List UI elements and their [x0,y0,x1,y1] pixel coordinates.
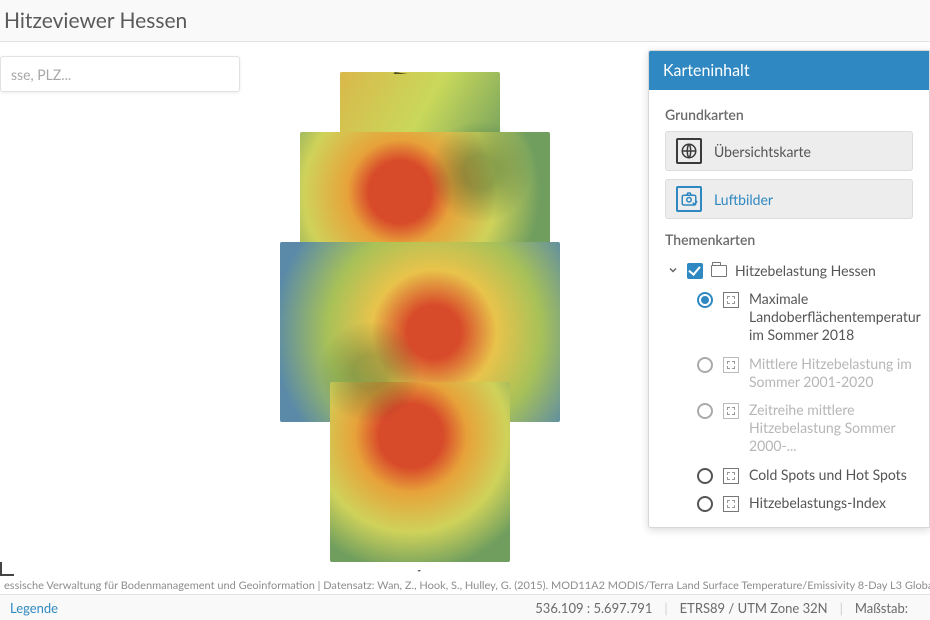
raster-layer-icon [723,292,739,308]
crs-readout: ETRS89 / UTM Zone 32N [668,600,840,616]
layer-item-timeseries[interactable]: Zeitreihe mittlere Hitzebelastung Sommer… [663,396,923,461]
title-bar: Hitzeviewer Hessen [0,0,930,42]
layer-item-mean-heat[interactable]: Mittlere Hitzebelastung im Sommer 2001-2… [663,350,923,396]
basemap-label: Luftbilder [714,191,773,208]
raster-layer-icon [723,357,739,373]
heatmap-layer [270,72,590,572]
globe-icon [676,138,702,164]
corner-mark-icon [0,554,14,576]
basemap-aerial[interactable]: Luftbilder [665,179,913,219]
radio-icon[interactable] [697,403,713,419]
radio-icon[interactable] [697,496,713,512]
panel-title: Karteninhalt [649,51,929,90]
camera-check-icon [676,186,702,212]
layer-group-heat[interactable]: Hitzebelastung Hessen [663,256,923,285]
checkbox-checked-icon[interactable] [687,263,703,279]
layer-tree: Hitzebelastung Hessen Maximale Landoberf… [649,256,929,517]
radio-icon[interactable] [697,468,713,484]
app-title: Hitzeviewer Hessen [4,8,187,33]
basemaps-heading: Grundkarten [649,102,929,131]
legend-button[interactable]: Legende [10,600,58,616]
layer-label: Cold Spots und Hot Spots [749,466,907,484]
radio-icon[interactable] [697,357,713,373]
themes-heading: Themenkarten [649,227,929,256]
basemap-overview[interactable]: Übersichtskarte [665,131,913,171]
scale-label: Maßstab: [843,600,920,616]
layer-item-max-temp[interactable]: Maximale Landoberflächentemperatur im So… [663,285,923,350]
map-attribution: essische Verwaltung für Bodenmanagement … [0,577,930,594]
map-area[interactable]: essische Verwaltung für Bodenmanagement … [0,42,930,594]
layer-label: Maximale Landoberflächentemperatur im So… [749,290,920,345]
search-input[interactable] [11,66,229,83]
raster-layer-icon [723,496,739,512]
layer-label: Hitzebelastungs-Index [749,494,886,512]
layer-panel: Karteninhalt Grundkarten Übersichtskarte… [648,50,930,528]
status-bar: Legende 536.109 : 5.697.791 | ETRS89 / U… [0,594,930,620]
group-label: Hitzebelastung Hessen [735,262,876,279]
raster-layer-icon [723,403,739,419]
layer-label: Zeitreihe mittlere Hitzebelastung Sommer… [749,401,919,456]
layer-label: Mittlere Hitzebelastung im Sommer 2001-2… [749,355,919,391]
folder-icon [711,265,727,277]
coords-readout: 536.109 : 5.697.791 [523,600,664,616]
radio-selected-icon[interactable] [697,292,713,308]
layer-item-index[interactable]: Hitzebelastungs-Index [663,489,923,517]
layer-item-hotspots[interactable]: Cold Spots und Hot Spots [663,461,923,489]
chevron-down-icon [667,262,679,279]
raster-layer-icon [723,468,739,484]
search-box[interactable] [0,56,240,92]
basemap-label: Übersichtskarte [714,143,811,160]
